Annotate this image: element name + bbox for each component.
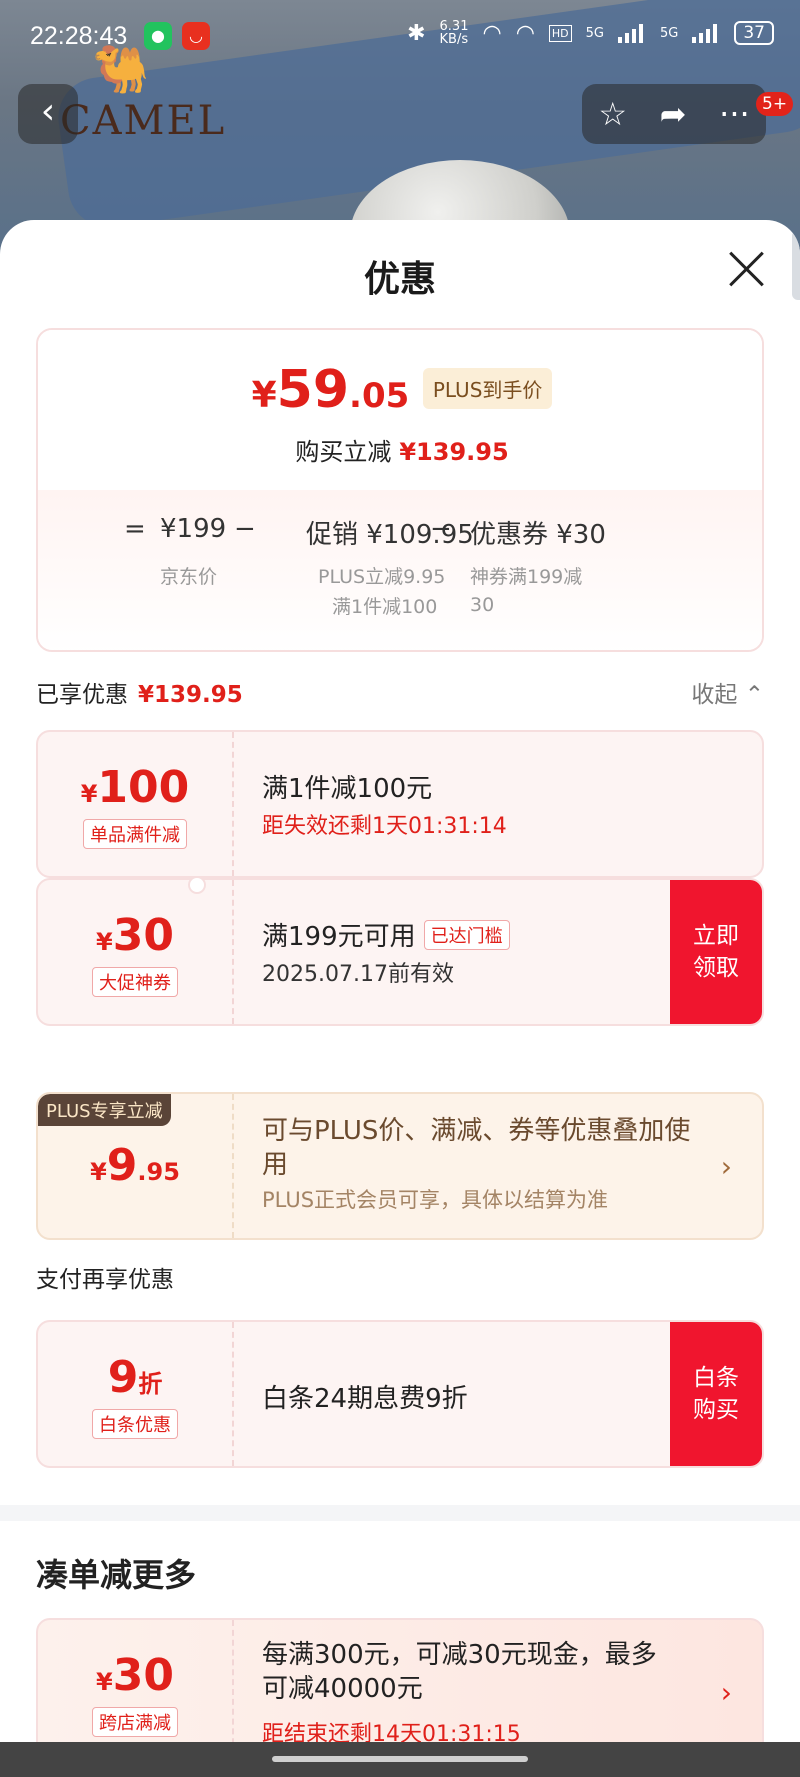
coupon-title: 满1件减100元 xyxy=(262,774,433,804)
coupon-title: 满199元可用 xyxy=(262,922,416,952)
coupon-detail: 神券满199减 xyxy=(470,566,583,588)
cross-store-value: 30 xyxy=(112,1650,174,1701)
baitiao-buy-button[interactable]: 白条 购买 xyxy=(670,1322,762,1466)
price-summary-card: ¥59.05 PLUS到手价 购买立减 ¥139.95 = ¥199 京东价 − … xyxy=(36,328,764,652)
plus-discount-card[interactable]: ¥9.95 PLUS专享立减 可与PLUS价、满减、券等优惠叠加使用 PLUS正… xyxy=(36,1092,764,1240)
minus-sign: − xyxy=(234,514,256,544)
sheet-title: 优惠 xyxy=(363,259,436,300)
enjoyed-label: 已享优惠 xyxy=(36,682,128,708)
minus-sign-2: − xyxy=(430,514,452,544)
plus-exclusive-label: PLUS专享立减 xyxy=(38,1094,171,1126)
promo-detail-full-reduction: 满1件减100 xyxy=(332,596,438,618)
coupon-card-promo: ¥30 大促神券 满199元可用 已达门槛 2025.07.17前有效 立即 领取 xyxy=(36,878,764,1026)
wechat-icon: ● xyxy=(144,22,172,50)
baitiao-unit: 折 xyxy=(138,1370,163,1398)
share-icon[interactable]: ➦ xyxy=(660,95,687,133)
wifi-icon-2: ◠ xyxy=(515,20,535,46)
enjoyed-discount-header: 已享优惠 ¥139.95 xyxy=(36,675,243,709)
nav-actions: ☆ ➦ ··· xyxy=(582,84,766,144)
enjoyed-amount: ¥139.95 xyxy=(138,682,243,708)
signal-label-1: 5G xyxy=(585,25,604,41)
chevron-left-icon: ‹ xyxy=(40,91,56,132)
chevron-right-icon: › xyxy=(720,1150,732,1183)
base-price: ¥199 xyxy=(160,514,227,544)
brand-logo: CAMEL xyxy=(60,98,227,144)
signal-bars-icon-2 xyxy=(692,23,720,43)
plus-currency: ¥ xyxy=(90,1158,107,1186)
more-menu-icon[interactable]: ··· xyxy=(719,95,750,133)
cross-store-currency: ¥ xyxy=(96,1668,113,1696)
claim-now-button[interactable]: 立即 领取 xyxy=(670,880,762,1024)
discount-sheet: 优惠 ¥59.05 PLUS到手价 购买立减 ¥139.95 = ¥199 京东价… xyxy=(0,220,800,1777)
threshold-reached-badge: 已达门槛 xyxy=(423,920,510,950)
coupon-expiry: 2025.07.17前有效 xyxy=(262,962,454,987)
coupon-currency: ¥ xyxy=(80,780,98,808)
plus-note: PLUS正式会员可享，具体以结算为准 xyxy=(262,1188,609,1212)
home-indicator-bar xyxy=(0,1742,800,1777)
coupon-value: 30 xyxy=(112,910,174,961)
price-integer: 59 xyxy=(276,360,350,420)
price-currency: ¥ xyxy=(251,375,277,416)
base-price-label: 京东价 xyxy=(160,566,218,588)
baitiao-description: 白条24期息费9折 xyxy=(262,1384,468,1414)
coupon-type-tag: 单品满件减 xyxy=(83,819,187,849)
price-decimal: .05 xyxy=(349,376,410,416)
chevron-up-icon: ⌃ xyxy=(744,682,764,708)
chevron-right-icon: › xyxy=(720,1676,732,1709)
final-price: ¥59.05 PLUS到手价 xyxy=(38,360,762,420)
collapse-button[interactable]: 收起 ⌃ xyxy=(691,675,764,709)
bluetooth-icon: ✱ xyxy=(407,20,426,46)
promo-detail-plus: PLUS立减9.95 xyxy=(318,566,446,588)
signal-label-2: 5G xyxy=(660,25,679,41)
save-amount: ¥139.95 xyxy=(399,438,509,466)
cross-store-tag: 跨店满减 xyxy=(92,1707,178,1737)
plus-price-tag: PLUS到手价 xyxy=(422,368,553,409)
net-speed: 6.31 KB/s xyxy=(439,19,469,47)
coupon-type-tag: 大促神券 xyxy=(92,967,178,997)
plus-integer: 9 xyxy=(106,1140,138,1191)
coupon-countdown: 距失效还剩1天01:31:14 xyxy=(262,814,507,839)
plus-decimal: .95 xyxy=(137,1158,180,1186)
baitiao-value: 9 xyxy=(107,1352,139,1403)
close-icon[interactable] xyxy=(726,248,766,288)
payment-discount-title: 支付再享优惠 xyxy=(36,1267,174,1293)
cross-store-description: 每满300元，可减30元现金，最多可减40000元 xyxy=(262,1640,657,1704)
favorite-star-icon[interactable]: ☆ xyxy=(598,95,627,133)
taobao-icon: ◡ xyxy=(182,22,210,50)
section-divider xyxy=(0,1505,800,1521)
baitiao-tag: 白条优惠 xyxy=(92,1409,178,1439)
coupon-card-full-reduction: ¥100 单品满件减 满1件减100元 距失效还剩1天01:31:14 xyxy=(36,730,764,878)
coupon-notch xyxy=(188,876,206,894)
collapse-label: 收起 xyxy=(691,682,738,708)
battery-level: 37 xyxy=(734,21,774,45)
coupon-amount: 优惠券 ¥30 xyxy=(470,520,606,550)
coupon-detail-2: 30 xyxy=(470,594,495,616)
wifi-icon: ◠ xyxy=(482,20,502,46)
hd-icon: HD xyxy=(548,24,572,42)
back-button[interactable]: ‹ xyxy=(18,84,78,144)
status-bar: 22:28:43 ● ◡ ✱ 6.31 KB/s ◠ ◠ HD 5G 5G 37 xyxy=(0,0,800,72)
status-time: 22:28:43 xyxy=(30,22,128,50)
home-indicator[interactable] xyxy=(272,1756,528,1762)
more-discount-title: 凑单减更多 xyxy=(36,1556,197,1594)
baitiao-discount-card: 9折 白条优惠 白条24期息费9折 白条 购买 xyxy=(36,1320,764,1468)
coupon-value: 100 xyxy=(97,762,190,813)
equals-sign: = xyxy=(124,514,146,544)
notification-badge: 5+ xyxy=(756,92,794,116)
save-row: 购买立减 ¥139.95 xyxy=(38,432,762,467)
plus-description: 可与PLUS价、满减、券等优惠叠加使用 xyxy=(262,1116,691,1180)
coupon-currency: ¥ xyxy=(96,928,113,956)
price-formula: = ¥199 京东价 − 促销 ¥109.95 PLUS立减9.95 满1件减1… xyxy=(38,490,762,650)
save-label: 购买立减 xyxy=(295,438,392,466)
signal-bars-icon xyxy=(618,23,646,43)
